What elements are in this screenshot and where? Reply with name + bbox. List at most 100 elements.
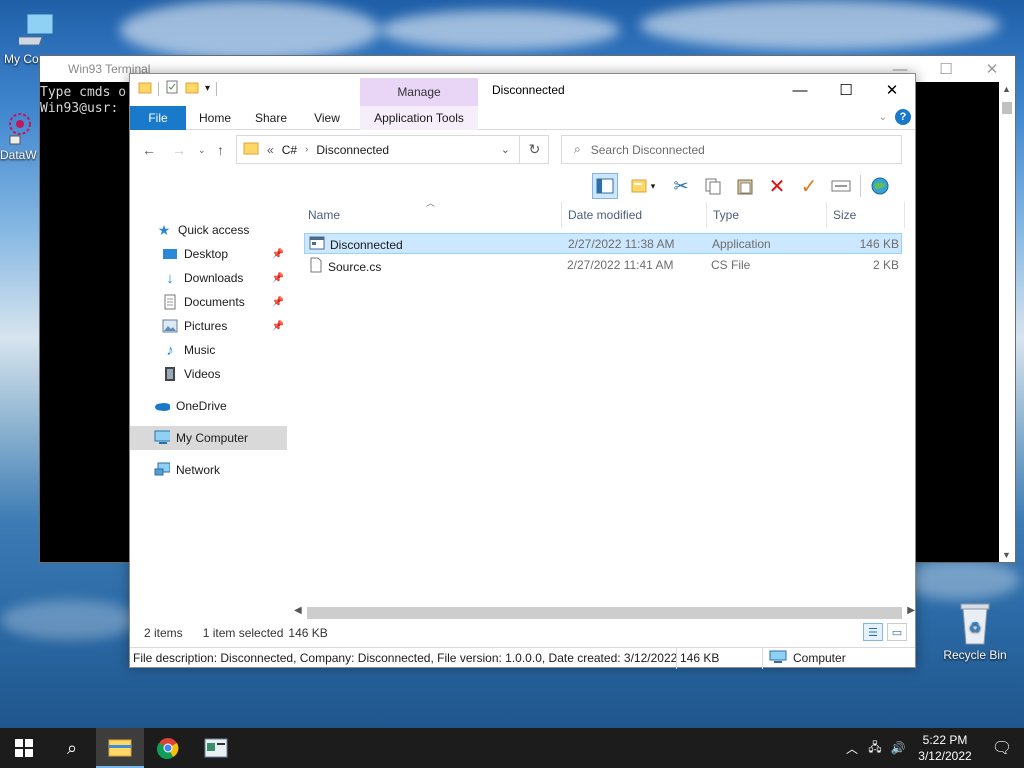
- sidebar-item-desktop[interactable]: Desktop 📌: [130, 242, 287, 266]
- column-header-type[interactable]: Type: [707, 202, 827, 228]
- customize-toolbar-icon[interactable]: ▾: [205, 83, 210, 94]
- tab-file[interactable]: File: [130, 106, 186, 130]
- cloud: [120, 0, 380, 60]
- sidebar-item-pictures[interactable]: Pictures 📌: [130, 314, 287, 338]
- close-button[interactable]: ✕: [869, 74, 915, 106]
- scroll-thumb[interactable]: [1002, 102, 1012, 114]
- manage-tab[interactable]: Manage: [360, 78, 478, 106]
- minimize-button[interactable]: —: [777, 74, 823, 106]
- recent-locations-icon[interactable]: ⌄: [198, 145, 206, 156]
- terminal-maximize-button[interactable]: ☐: [923, 56, 969, 82]
- cut-button[interactable]: ✂: [668, 173, 694, 199]
- terminal-scrollbar[interactable]: ▲ ▼: [999, 82, 1015, 562]
- horizontal-scrollbar[interactable]: ◀ ▶: [293, 604, 916, 621]
- pin-icon[interactable]: 📌: [272, 321, 284, 332]
- tab-home[interactable]: Home: [186, 106, 244, 130]
- preview-pane-button[interactable]: [592, 173, 618, 199]
- refresh-button[interactable]: ↻: [519, 135, 549, 164]
- maximize-button[interactable]: ☐: [823, 74, 869, 106]
- taskbar-chrome[interactable]: [144, 728, 192, 768]
- table-row[interactable]: Source.cs 2/27/2022 11:41 AM CS File 2 K…: [304, 255, 902, 276]
- tab-application-tools[interactable]: Application Tools: [360, 106, 478, 130]
- forward-arrow-icon[interactable]: →: [172, 142, 186, 158]
- sidebar-item-videos[interactable]: Videos: [130, 362, 287, 386]
- address-bar[interactable]: « C# › Disconnected ⌄: [236, 135, 549, 164]
- explorer-window[interactable]: ▾ Manage Disconnected — ☐ ✕ File Home Sh…: [129, 73, 916, 669]
- file-name-cell[interactable]: Source.cs: [309, 257, 381, 276]
- scroll-left-icon[interactable]: ◀: [294, 605, 302, 616]
- start-button[interactable]: [0, 728, 48, 768]
- column-header-date-modified[interactable]: Date modified: [562, 202, 707, 228]
- details-view-button[interactable]: ☰: [863, 623, 883, 641]
- pin-icon[interactable]: 📌: [272, 297, 284, 308]
- chevron-up-icon[interactable]: ︿: [840, 740, 864, 757]
- sidebar-item-downloads[interactable]: ↓ Downloads 📌: [130, 266, 287, 290]
- file-list: ︿ Name Date modified Type Size Disconnec…: [302, 198, 907, 602]
- pin-icon[interactable]: 📌: [272, 273, 284, 284]
- breadcrumb-overflow[interactable]: «: [267, 143, 274, 157]
- layout-button[interactable]: ▾: [624, 173, 662, 199]
- taskbar-file-explorer[interactable]: [96, 728, 144, 768]
- scroll-down-icon[interactable]: ▼: [1002, 550, 1011, 560]
- breadcrumb-item[interactable]: C#: [282, 143, 297, 157]
- sidebar-item-label: Documents: [184, 295, 245, 309]
- scroll-up-icon[interactable]: ▲: [1002, 84, 1011, 94]
- network-button[interactable]: [867, 173, 893, 199]
- new-folder-icon[interactable]: [185, 80, 199, 97]
- terminal-close-button[interactable]: ✕: [969, 56, 1015, 82]
- sidebar-item-my-computer[interactable]: My Computer: [130, 426, 287, 450]
- network-status-icon[interactable]: 🖧: [864, 738, 886, 759]
- chevron-right-icon[interactable]: ›: [305, 144, 308, 155]
- file-name-cell[interactable]: Disconnected: [309, 236, 403, 253]
- pin-icon[interactable]: 📌: [272, 249, 284, 260]
- column-header-name[interactable]: Name: [302, 202, 562, 228]
- download-icon: ↓: [166, 269, 174, 287]
- cloud: [640, 0, 1000, 50]
- selected-size: 146 KB: [288, 626, 328, 640]
- divider: [216, 81, 218, 96]
- desktop-icon-datawhale[interactable]: DataW: [0, 106, 40, 162]
- desktop-icon-recycle-bin[interactable]: ♻ Recycle Bin: [940, 600, 1010, 662]
- tab-view[interactable]: View: [298, 106, 356, 130]
- breadcrumb-item[interactable]: Disconnected: [316, 143, 389, 157]
- notification-icon[interactable]: 🗨: [980, 738, 1024, 758]
- properties-icon[interactable]: [165, 80, 179, 97]
- scroll-right-icon[interactable]: ▶: [907, 605, 915, 616]
- column-header-size[interactable]: Size: [827, 202, 905, 228]
- sidebar-item-network[interactable]: Network: [130, 458, 287, 482]
- properties-button[interactable]: [828, 173, 854, 199]
- clock[interactable]: 5:22 PM 3/12/2022: [910, 732, 980, 764]
- table-row[interactable]: Disconnected 2/27/2022 11:38 AM Applicat…: [304, 233, 902, 254]
- copy-button[interactable]: [700, 173, 726, 199]
- back-arrow-icon[interactable]: ←: [142, 142, 156, 158]
- details-location-label: Computer: [793, 651, 846, 665]
- search-button[interactable]: ⌕: [48, 728, 96, 768]
- up-arrow-icon[interactable]: ↑: [217, 142, 224, 158]
- recycle-bin-icon: ♻: [955, 600, 995, 646]
- search-input[interactable]: ⌕ Search Disconnected: [561, 135, 902, 164]
- computer-icon: [769, 650, 787, 667]
- rename-button[interactable]: ✓: [796, 173, 822, 199]
- paste-button[interactable]: [732, 173, 758, 199]
- sidebar-item-quick-access[interactable]: ★ Quick access: [130, 218, 287, 242]
- volume-icon[interactable]: 🔊: [886, 741, 910, 755]
- videos-icon: [162, 366, 178, 382]
- help-icon[interactable]: ?: [895, 109, 911, 125]
- search-icon: ⌕: [66, 737, 78, 758]
- tab-share[interactable]: Share: [244, 106, 298, 130]
- explorer-titlebar[interactable]: ▾ Manage Disconnected — ☐ ✕: [130, 74, 915, 106]
- sidebar-item-onedrive[interactable]: OneDrive: [130, 394, 287, 418]
- large-icons-view-button[interactable]: ▭: [887, 623, 907, 641]
- cloud: [0, 600, 140, 640]
- sidebar-item-documents[interactable]: Documents 📌: [130, 290, 287, 314]
- chevron-down-icon[interactable]: ⌄: [501, 143, 510, 156]
- sidebar-item-music[interactable]: ♪ Music: [130, 338, 287, 362]
- expand-ribbon-icon[interactable]: ⌄: [879, 112, 887, 123]
- quick-access-toolbar: ▾: [138, 80, 218, 97]
- window-title: Disconnected: [492, 83, 565, 97]
- delete-icon: ✕: [768, 175, 786, 198]
- scroll-thumb[interactable]: [307, 607, 902, 619]
- delete-button[interactable]: ✕: [764, 173, 790, 199]
- divider: [158, 81, 159, 96]
- taskbar-application[interactable]: [192, 728, 240, 768]
